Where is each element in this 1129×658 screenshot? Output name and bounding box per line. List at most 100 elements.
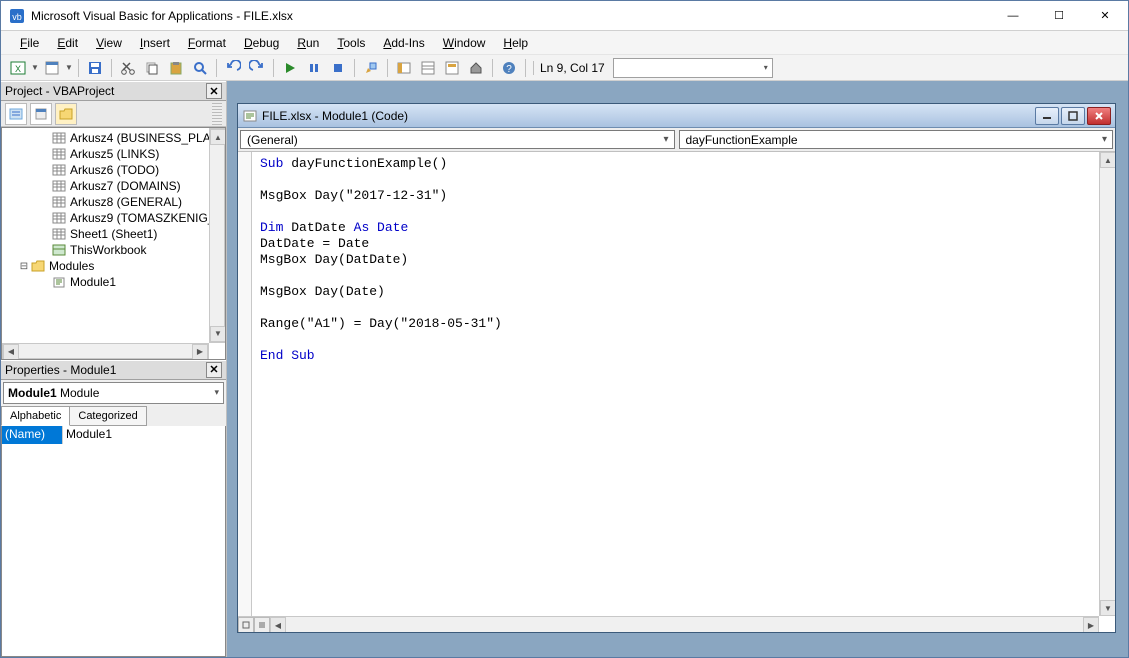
menu-insert[interactable]: Insert: [133, 34, 177, 52]
paste-icon[interactable]: [165, 57, 187, 79]
project-panel-close-icon[interactable]: ✕: [206, 83, 222, 99]
tree-item[interactable]: Module1: [2, 274, 225, 290]
tab-categorized[interactable]: Categorized: [69, 406, 146, 426]
tree-item[interactable]: Arkusz5 (LINKS): [2, 146, 225, 162]
menu-window[interactable]: Window: [436, 34, 493, 52]
tree-item[interactable]: Arkusz8 (GENERAL): [2, 194, 225, 210]
code-vertical-scrollbar[interactable]: ▲ ▼: [1099, 152, 1115, 616]
sheet-icon: [51, 195, 67, 209]
code-gutter: [238, 152, 252, 616]
object-dropdown-value: (General): [247, 133, 298, 147]
menu-run[interactable]: Run: [290, 34, 326, 52]
properties-window-icon[interactable]: [417, 57, 439, 79]
menu-help[interactable]: Help: [496, 34, 535, 52]
tree-item[interactable]: Sheet1 (Sheet1): [2, 226, 225, 242]
code-window-maximize-button[interactable]: [1061, 107, 1085, 125]
menu-view[interactable]: View: [89, 34, 129, 52]
view-excel-icon[interactable]: X: [7, 57, 29, 79]
dropdown-arrow-icon[interactable]: ▼: [31, 63, 39, 72]
procedure-view-icon[interactable]: [238, 617, 254, 632]
reset-icon[interactable]: [327, 57, 349, 79]
tree-horizontal-scrollbar[interactable]: ◀ ▶: [2, 343, 209, 359]
properties-panel-close-icon[interactable]: ✕: [206, 362, 222, 378]
code-editor[interactable]: Sub dayFunctionExample() MsgBox Day("201…: [238, 152, 1115, 632]
code-text[interactable]: Sub dayFunctionExample() MsgBox Day("201…: [260, 156, 1099, 616]
close-button[interactable]: ✕: [1082, 1, 1128, 31]
minimize-button[interactable]: —: [990, 1, 1036, 31]
code-window-title: FILE.xlsx - Module1 (Code): [262, 109, 408, 123]
scroll-up-icon[interactable]: ▲: [210, 129, 226, 145]
object-dropdown[interactable]: (General): [240, 130, 675, 149]
tree-item[interactable]: Arkusz4 (BUSINESS_PLAN: [2, 130, 225, 146]
scroll-down-icon[interactable]: ▼: [1100, 600, 1115, 616]
properties-object-name: Module1: [8, 386, 57, 400]
code-window-minimize-button[interactable]: [1035, 107, 1059, 125]
insert-module-icon[interactable]: [41, 57, 63, 79]
view-code-icon[interactable]: [5, 103, 27, 125]
svg-text:?: ?: [506, 64, 512, 75]
tree-item-label: Arkusz9 (TOMASZKENIG_: [70, 211, 214, 225]
properties-grid[interactable]: (Name) Module1: [1, 426, 226, 658]
help-icon[interactable]: ?: [498, 57, 520, 79]
folder-icon: [30, 259, 46, 273]
scroll-right-icon[interactable]: ▶: [1083, 617, 1099, 632]
tree-item-label: Arkusz8 (GENERAL): [70, 195, 182, 209]
toggle-folders-icon[interactable]: [55, 103, 77, 125]
tree-vertical-scrollbar[interactable]: ▲ ▼: [209, 128, 225, 343]
project-panel-header: Project - VBAProject ✕: [1, 81, 226, 101]
mdi-area: FILE.xlsx - Module1 (Code) (General) day…: [227, 81, 1128, 657]
cut-icon[interactable]: [117, 57, 139, 79]
find-icon[interactable]: [189, 57, 211, 79]
cursor-position-status: Ln 9, Col 17: [533, 61, 611, 75]
toolbar-grip: [212, 103, 222, 125]
code-window-titlebar[interactable]: FILE.xlsx - Module1 (Code): [238, 104, 1115, 128]
property-row: (Name) Module1: [2, 426, 225, 444]
tree-item[interactable]: Arkusz9 (TOMASZKENIG_: [2, 210, 225, 226]
menu-add-ins[interactable]: Add-Ins: [376, 34, 431, 52]
undo-icon[interactable]: [222, 57, 244, 79]
tree-item-label: Module1: [70, 275, 116, 289]
run-icon[interactable]: [279, 57, 301, 79]
design-mode-icon[interactable]: [360, 57, 382, 79]
sheet-icon: [51, 147, 67, 161]
tree-item-label: Arkusz7 (DOMAINS): [70, 179, 181, 193]
workbook-icon: [51, 243, 67, 257]
tree-item[interactable]: Arkusz6 (TODO): [2, 162, 225, 178]
menu-file[interactable]: File: [13, 34, 46, 52]
tab-alphabetic[interactable]: Alphabetic: [1, 406, 70, 426]
properties-object-selector[interactable]: Module1 Module: [3, 382, 224, 404]
tree-item[interactable]: Arkusz7 (DOMAINS): [2, 178, 225, 194]
code-window-close-button[interactable]: [1087, 107, 1111, 125]
properties-object-type: Module: [60, 386, 99, 400]
full-module-view-icon[interactable]: [254, 617, 270, 632]
menu-debug[interactable]: Debug: [237, 34, 286, 52]
code-horizontal-scrollbar[interactable]: ◀ ▶: [238, 616, 1099, 632]
scroll-right-icon[interactable]: ▶: [192, 344, 208, 360]
scroll-down-icon[interactable]: ▼: [210, 326, 226, 342]
scroll-left-icon[interactable]: ◀: [270, 617, 286, 632]
procedure-dropdown[interactable]: dayFunctionExample: [679, 130, 1114, 149]
tree-item[interactable]: ⊟Modules: [2, 258, 225, 274]
toolbox-icon[interactable]: [465, 57, 487, 79]
project-tree[interactable]: Arkusz4 (BUSINESS_PLANArkusz5 (LINKS)Ark…: [1, 127, 226, 360]
scroll-left-icon[interactable]: ◀: [3, 344, 19, 360]
dropdown-arrow-icon[interactable]: ▼: [65, 63, 73, 72]
object-browser-icon[interactable]: [441, 57, 463, 79]
menu-format[interactable]: Format: [181, 34, 233, 52]
left-column: Project - VBAProject ✕ Arkusz4 (BUSINESS…: [1, 81, 227, 657]
maximize-button[interactable]: ☐: [1036, 1, 1082, 31]
tree-item-label: ThisWorkbook: [70, 243, 146, 257]
copy-icon[interactable]: [141, 57, 163, 79]
redo-icon[interactable]: [246, 57, 268, 79]
tree-item-label: Arkusz6 (TODO): [70, 163, 159, 177]
property-value[interactable]: Module1: [62, 426, 225, 444]
menu-edit[interactable]: Edit: [50, 34, 85, 52]
toolbar-combo[interactable]: [613, 58, 773, 78]
scroll-up-icon[interactable]: ▲: [1100, 152, 1115, 168]
project-explorer-icon[interactable]: [393, 57, 415, 79]
break-icon[interactable]: [303, 57, 325, 79]
save-icon[interactable]: [84, 57, 106, 79]
tree-item[interactable]: ThisWorkbook: [2, 242, 225, 258]
menu-tools[interactable]: Tools: [330, 34, 372, 52]
view-object-icon[interactable]: [30, 103, 52, 125]
